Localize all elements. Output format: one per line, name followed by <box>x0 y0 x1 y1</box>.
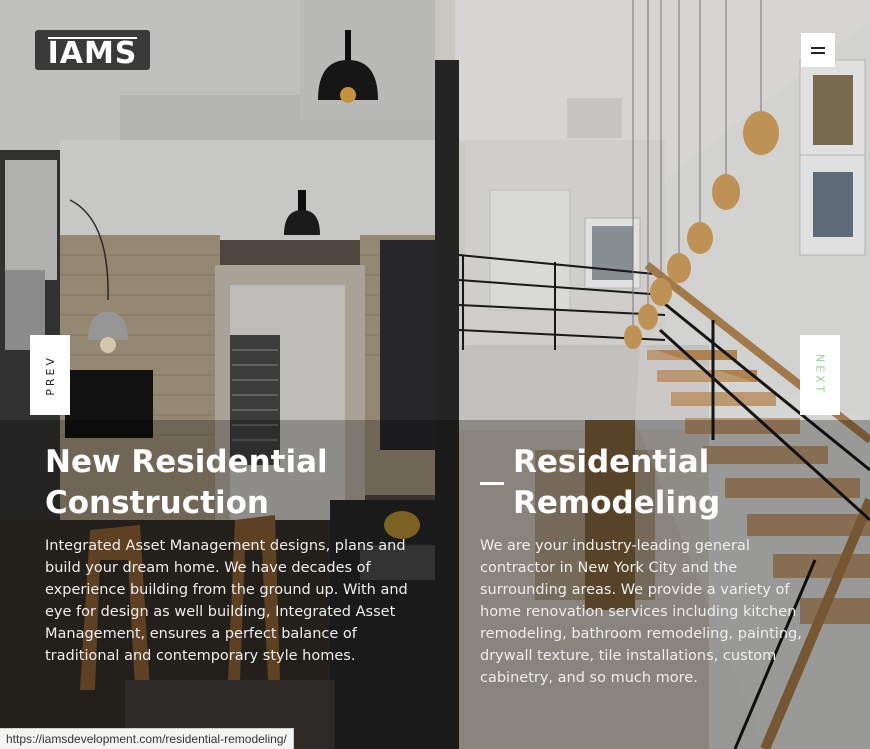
title-dash-divider <box>480 482 504 485</box>
next-button[interactable]: NEXT <box>800 335 840 415</box>
prev-label: PREV <box>43 354 57 396</box>
title-line: Residential <box>513 444 710 480</box>
menu-button[interactable] <box>801 33 835 67</box>
title-line: Remodeling <box>513 485 721 521</box>
brand-logo[interactable]: IAMS <box>35 30 150 71</box>
logo-text: IAMS <box>47 35 138 71</box>
status-bar-url: https://iamsdevelopment.com/residential-… <box>0 728 294 749</box>
slide-description: Integrated Asset Management designs, pla… <box>45 538 408 664</box>
title-line: Construction <box>45 485 269 521</box>
hamburger-icon <box>811 47 825 49</box>
next-label: NEXT <box>813 354 827 396</box>
title-line: New Residential <box>45 444 328 480</box>
slide-title-residential-remodeling[interactable]: Residential Remodeling <box>513 442 720 524</box>
prev-button[interactable]: PREV <box>30 335 70 415</box>
slide-title-new-residential-construction[interactable]: New Residential Construction <box>45 442 328 524</box>
slide-description: We are your industry-leading general con… <box>480 538 802 686</box>
